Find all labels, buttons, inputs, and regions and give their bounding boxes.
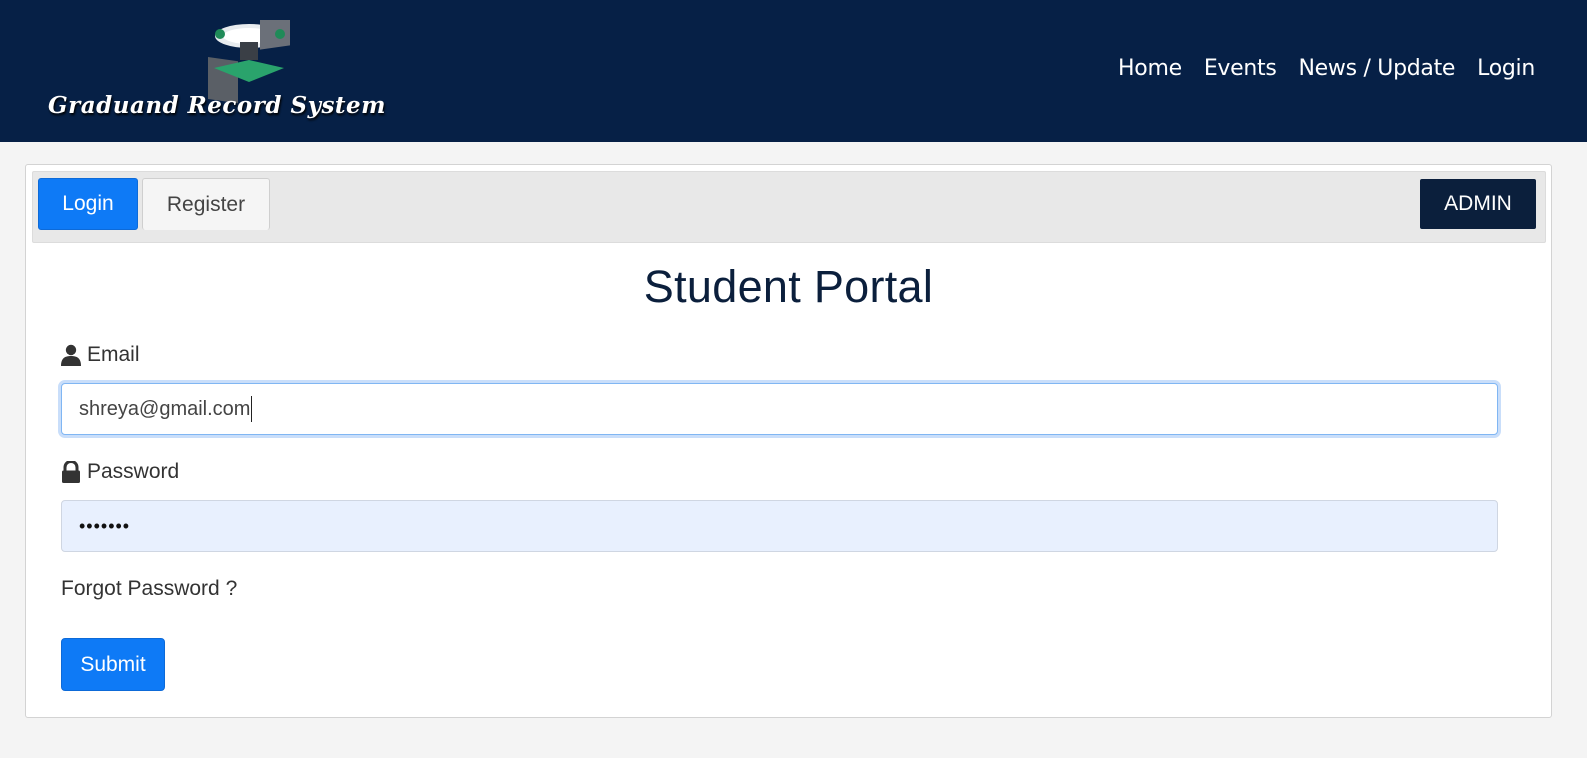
tab-login[interactable]: Login (38, 178, 138, 230)
submit-button[interactable]: Submit (61, 638, 165, 691)
email-value: shreya@gmail.com (79, 397, 251, 420)
email-label: Email (87, 343, 140, 366)
login-card: Login Register ADMIN Student Portal Emai… (25, 164, 1552, 718)
email-field[interactable]: shreya@gmail.com (61, 383, 1498, 435)
user-icon (61, 344, 81, 366)
nav-login[interactable]: Login (1477, 56, 1535, 81)
logo-text: Graduand Record System (48, 92, 386, 119)
text-caret (251, 396, 253, 422)
password-field[interactable]: ••••••• (61, 500, 1498, 552)
logo[interactable]: Graduand Record System (44, 20, 484, 125)
forgot-password-link[interactable]: Forgot Password ? (61, 577, 237, 601)
nav-events[interactable]: Events (1204, 56, 1277, 81)
tab-bar: Login Register ADMIN (32, 171, 1546, 243)
tab-register[interactable]: Register (142, 178, 270, 230)
email-label-row: Email (61, 343, 140, 367)
top-nav: Home Events News / Update Login (1118, 56, 1535, 81)
password-value: ••••••• (79, 515, 131, 536)
password-label-row: Password (61, 460, 179, 484)
password-label: Password (87, 460, 180, 483)
admin-button[interactable]: ADMIN (1420, 179, 1536, 229)
nav-news-update[interactable]: News / Update (1299, 56, 1456, 81)
lock-icon (62, 461, 80, 483)
header-bar: Graduand Record System Home Events News … (0, 0, 1587, 142)
nav-home[interactable]: Home (1118, 56, 1182, 81)
page-title: Student Portal (643, 261, 934, 312)
